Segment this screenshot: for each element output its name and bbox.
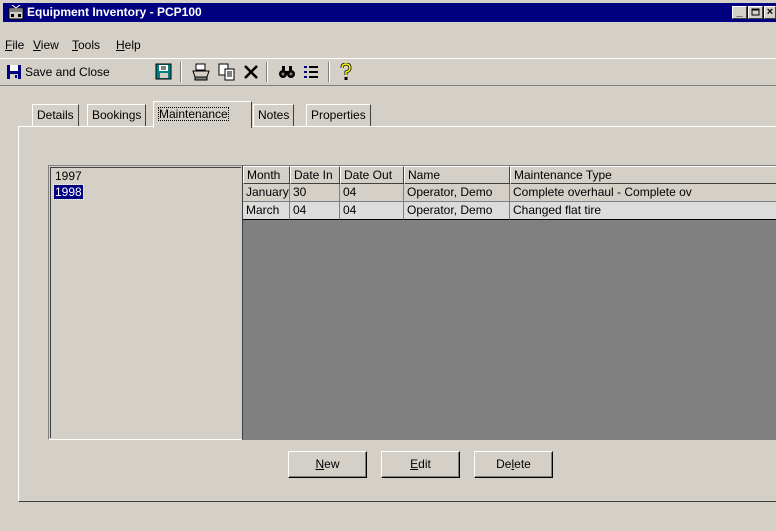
- delete-button-label: ete: [514, 457, 531, 471]
- help-button[interactable]: [336, 62, 356, 82]
- menu-tools-label: ools: [78, 38, 101, 52]
- save-and-close-button[interactable]: Save and Close: [4, 62, 150, 82]
- tab-properties[interactable]: Properties: [306, 104, 371, 126]
- menu-view[interactable]: View: [33, 38, 59, 52]
- tab-properties-label: Properties: [311, 108, 366, 122]
- tab-bookings[interactable]: Bookings: [87, 104, 147, 126]
- year-list[interactable]: 1997 1998: [48, 165, 243, 440]
- save-and-close-label: Save and Close: [25, 65, 110, 79]
- menu-view-label: iew: [40, 38, 59, 52]
- menu-help[interactable]: Help: [116, 38, 141, 52]
- menu-tools[interactable]: Tools: [72, 38, 100, 52]
- column-header-month[interactable]: Month: [243, 166, 290, 184]
- tab-bookings-label: Bookings: [92, 108, 142, 122]
- year-list-inner: 1997 1998: [50, 167, 241, 438]
- year-list-item[interactable]: 1997: [54, 169, 83, 183]
- window-title: Equipment Inventory - PCP100: [27, 5, 202, 19]
- delete-button-label-start: De: [496, 457, 512, 471]
- maximize-button[interactable]: [748, 6, 763, 19]
- tab-details-label: Details: [37, 108, 74, 122]
- tab-notes[interactable]: Notes: [253, 104, 295, 126]
- window-app-icon: [8, 5, 24, 20]
- maximize-icon: [751, 8, 760, 16]
- copy-button[interactable]: [216, 62, 238, 82]
- print-button[interactable]: [190, 62, 212, 82]
- column-header-date-out[interactable]: Date Out: [340, 166, 404, 184]
- save-new-icon: [155, 63, 172, 80]
- cell-name[interactable]: Operator, Demo: [404, 202, 510, 220]
- year-list-item-selected[interactable]: 1998: [53, 184, 84, 200]
- close-button[interactable]: ×: [764, 6, 776, 19]
- list-button[interactable]: [300, 62, 322, 82]
- menu-help-accel: H: [116, 38, 125, 52]
- delete-button[interactable]: Delete: [474, 451, 553, 478]
- menu-help-label: elp: [124, 38, 141, 52]
- toolbar: Save and Close: [0, 58, 776, 86]
- cell-date-in[interactable]: 30: [290, 184, 340, 202]
- menu-bar: File View Tools Help: [0, 36, 776, 54]
- edit-button-accel: E: [410, 457, 419, 471]
- cell-month[interactable]: March: [243, 202, 290, 220]
- delete-icon: [244, 65, 258, 79]
- column-header-maintenance-type[interactable]: Maintenance Type: [510, 166, 776, 184]
- tab-notes-label: Notes: [258, 108, 290, 122]
- save-new-button[interactable]: [153, 62, 175, 82]
- tab-details[interactable]: Details: [32, 104, 79, 126]
- toolbar-separator: [266, 62, 268, 82]
- edit-button[interactable]: Edit: [381, 451, 460, 478]
- copy-icon: [218, 63, 235, 81]
- new-button[interactable]: New: [288, 451, 367, 478]
- save-icon: [7, 65, 21, 79]
- find-icon: [279, 66, 295, 78]
- delete-toolbar-button[interactable]: [240, 62, 262, 82]
- menu-file[interactable]: File: [5, 38, 24, 52]
- equipment-inventory-window: Equipment Inventory - PCP100 _ × File Vi…: [0, 0, 776, 531]
- toolbar-separator: [328, 62, 330, 82]
- tab-maintenance[interactable]: Maintenance: [153, 101, 252, 128]
- cell-name[interactable]: Operator, Demo: [404, 184, 510, 202]
- column-header-name[interactable]: Name: [404, 166, 510, 184]
- toolbar-separator: [180, 62, 182, 82]
- column-header-date-in[interactable]: Date In: [290, 166, 340, 184]
- new-button-label: ew: [324, 457, 340, 471]
- cell-maintenance-type[interactable]: Complete overhaul - Complete ov: [510, 184, 776, 202]
- cell-date-out[interactable]: 04: [340, 202, 404, 220]
- help-icon: [340, 63, 352, 80]
- cell-maintenance-type[interactable]: Changed flat tire: [510, 202, 776, 220]
- cell-month[interactable]: January: [243, 184, 290, 202]
- list-icon: [304, 66, 318, 78]
- tab-maintenance-label: Maintenance: [158, 107, 229, 121]
- find-button[interactable]: [276, 62, 298, 82]
- print-icon: [192, 63, 210, 81]
- minimize-icon: _: [736, 6, 743, 18]
- maintenance-grid[interactable]: Month Date In Date Out Name Maintenance …: [242, 165, 776, 440]
- cell-date-out[interactable]: 04: [340, 184, 404, 202]
- edit-button-label: dit: [418, 457, 431, 471]
- close-icon: ×: [766, 6, 774, 18]
- new-button-accel: N: [315, 457, 325, 471]
- cell-date-in[interactable]: 04: [290, 202, 340, 220]
- menu-file-label: ile: [12, 38, 25, 52]
- minimize-button[interactable]: _: [732, 6, 747, 19]
- menu-view-accel: V: [33, 38, 41, 52]
- title-bar[interactable]: Equipment Inventory - PCP100 _ ×: [3, 3, 776, 22]
